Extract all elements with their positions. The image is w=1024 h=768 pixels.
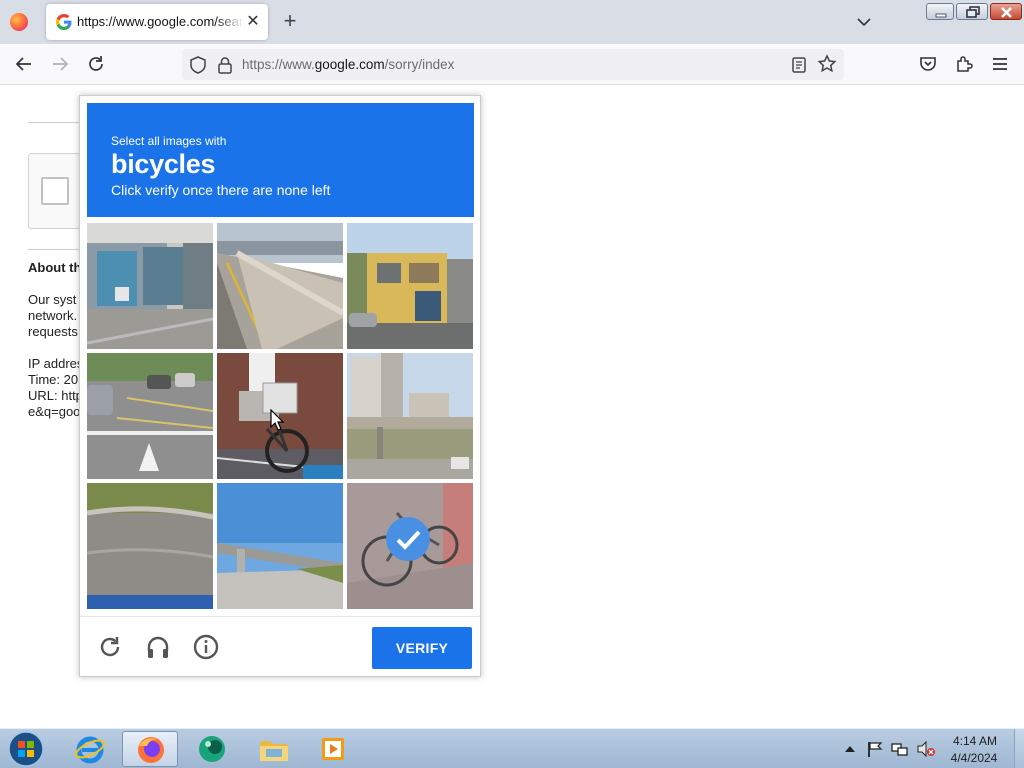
taskbar-media-player[interactable] [306,731,362,767]
captcha-challenge-dialog: Select all images with bicycles Click ve… [79,95,481,677]
window-restore-button[interactable] [956,3,988,20]
volume-muted-icon[interactable] [916,740,936,758]
info-text: Our syst [28,292,77,307]
reader-view-icon[interactable] [790,55,808,75]
info-icon[interactable] [192,633,220,661]
info-text: network. [28,308,78,323]
close-x-icon [1001,7,1012,18]
network-icon[interactable] [890,740,910,758]
window-close-button[interactable] [990,3,1022,20]
clock-date[interactable]: 4/4/2024 [946,751,1002,765]
start-orb-icon[interactable] [6,730,46,768]
list-all-tabs-chevron-icon[interactable] [855,13,873,31]
image-tile-7[interactable] [87,483,213,609]
tab-close-icon[interactable]: ✕ [244,13,262,31]
tab-title-fade [216,8,244,34]
google-favicon-icon [56,14,72,30]
tile-image [87,483,213,609]
new-tab-plus-icon[interactable]: + [280,10,300,32]
image-tile-1[interactable] [87,223,213,349]
image-tile-4[interactable] [87,353,213,479]
verify-button[interactable]: VERIFY [372,627,472,669]
tile-image [347,353,473,479]
mouse-cursor-icon [270,409,284,431]
back-arrow-icon[interactable] [14,54,34,74]
prompt-line: Select all images with [111,134,227,148]
tile-image [217,483,343,609]
image-tile-3[interactable] [347,223,473,349]
minimize-icon [935,13,947,18]
about-heading: About th [28,260,82,275]
tab-strip: https://www.google.com/search?q=google ✕… [0,0,1024,44]
firefox-icon[interactable] [10,13,28,31]
selected-check-icon [386,517,430,561]
audio-challenge-headphones-icon[interactable] [144,633,172,661]
firefox-icon [138,737,164,763]
taskbar-file-explorer[interactable] [246,731,302,767]
reload-challenge-icon[interactable] [96,633,124,661]
pocket-icon[interactable] [918,54,938,74]
navigation-toolbar: https://www.google.com/sorry/index [0,44,1024,85]
restore-icon [966,6,980,18]
image-tile-8[interactable] [217,483,343,609]
tile-image [87,223,213,349]
time-text: Time: 20 [28,372,79,387]
url-info-text: URL: http [28,388,83,403]
tile-image [217,223,343,349]
show-desktop-button[interactable] [1014,729,1024,768]
captcha-instructions-header: Select all images with bicycles Click ve… [87,103,474,217]
green-sphere-app-icon [199,736,225,762]
extensions-puzzle-icon[interactable] [954,54,974,74]
system-tray: 4:14 AM 4/4/2024 [842,729,1024,768]
internet-explorer-icon [75,736,105,764]
browser-tab[interactable]: https://www.google.com/search?q=google ✕ [46,4,268,40]
forward-arrow-icon[interactable] [50,54,70,74]
captcha-footer: VERIFY [80,616,480,676]
reload-icon[interactable] [86,54,106,74]
action-center-flag-icon[interactable] [866,740,884,758]
url-text[interactable]: https://www.google.com/sorry/index [242,57,454,72]
lock-icon[interactable] [216,55,234,75]
url-bar[interactable]: https://www.google.com/sorry/index [182,49,844,80]
hamburger-menu-icon[interactable] [990,54,1010,74]
taskbar-green-app[interactable] [184,731,240,767]
url-info-text: e&q=goo [28,404,81,419]
taskbar-firefox[interactable] [122,731,178,767]
media-player-icon [322,738,344,760]
target-object: bicycles [111,149,216,179]
folder-icon [260,741,288,761]
taskbar-internet-explorer[interactable] [62,731,118,767]
ip-address-text: IP addres [28,356,84,371]
tile-image [87,353,213,479]
tracking-shield-icon[interactable] [188,55,208,75]
window-minimize-button[interactable] [926,3,954,20]
tile-image [347,223,473,349]
clock-time[interactable]: 4:14 AM [950,734,1000,748]
show-hidden-icons-arrow-icon[interactable] [844,743,856,755]
info-text: requests [28,324,78,339]
image-tile-6[interactable] [347,353,473,479]
prompt-instruction: Click verify once there are none left [111,182,331,198]
image-tile-2[interactable] [217,223,343,349]
windows-taskbar: 4:14 AM 4/4/2024 [0,728,1024,768]
bookmark-star-icon[interactable] [817,54,837,74]
recaptcha-checkbox[interactable] [41,177,69,205]
